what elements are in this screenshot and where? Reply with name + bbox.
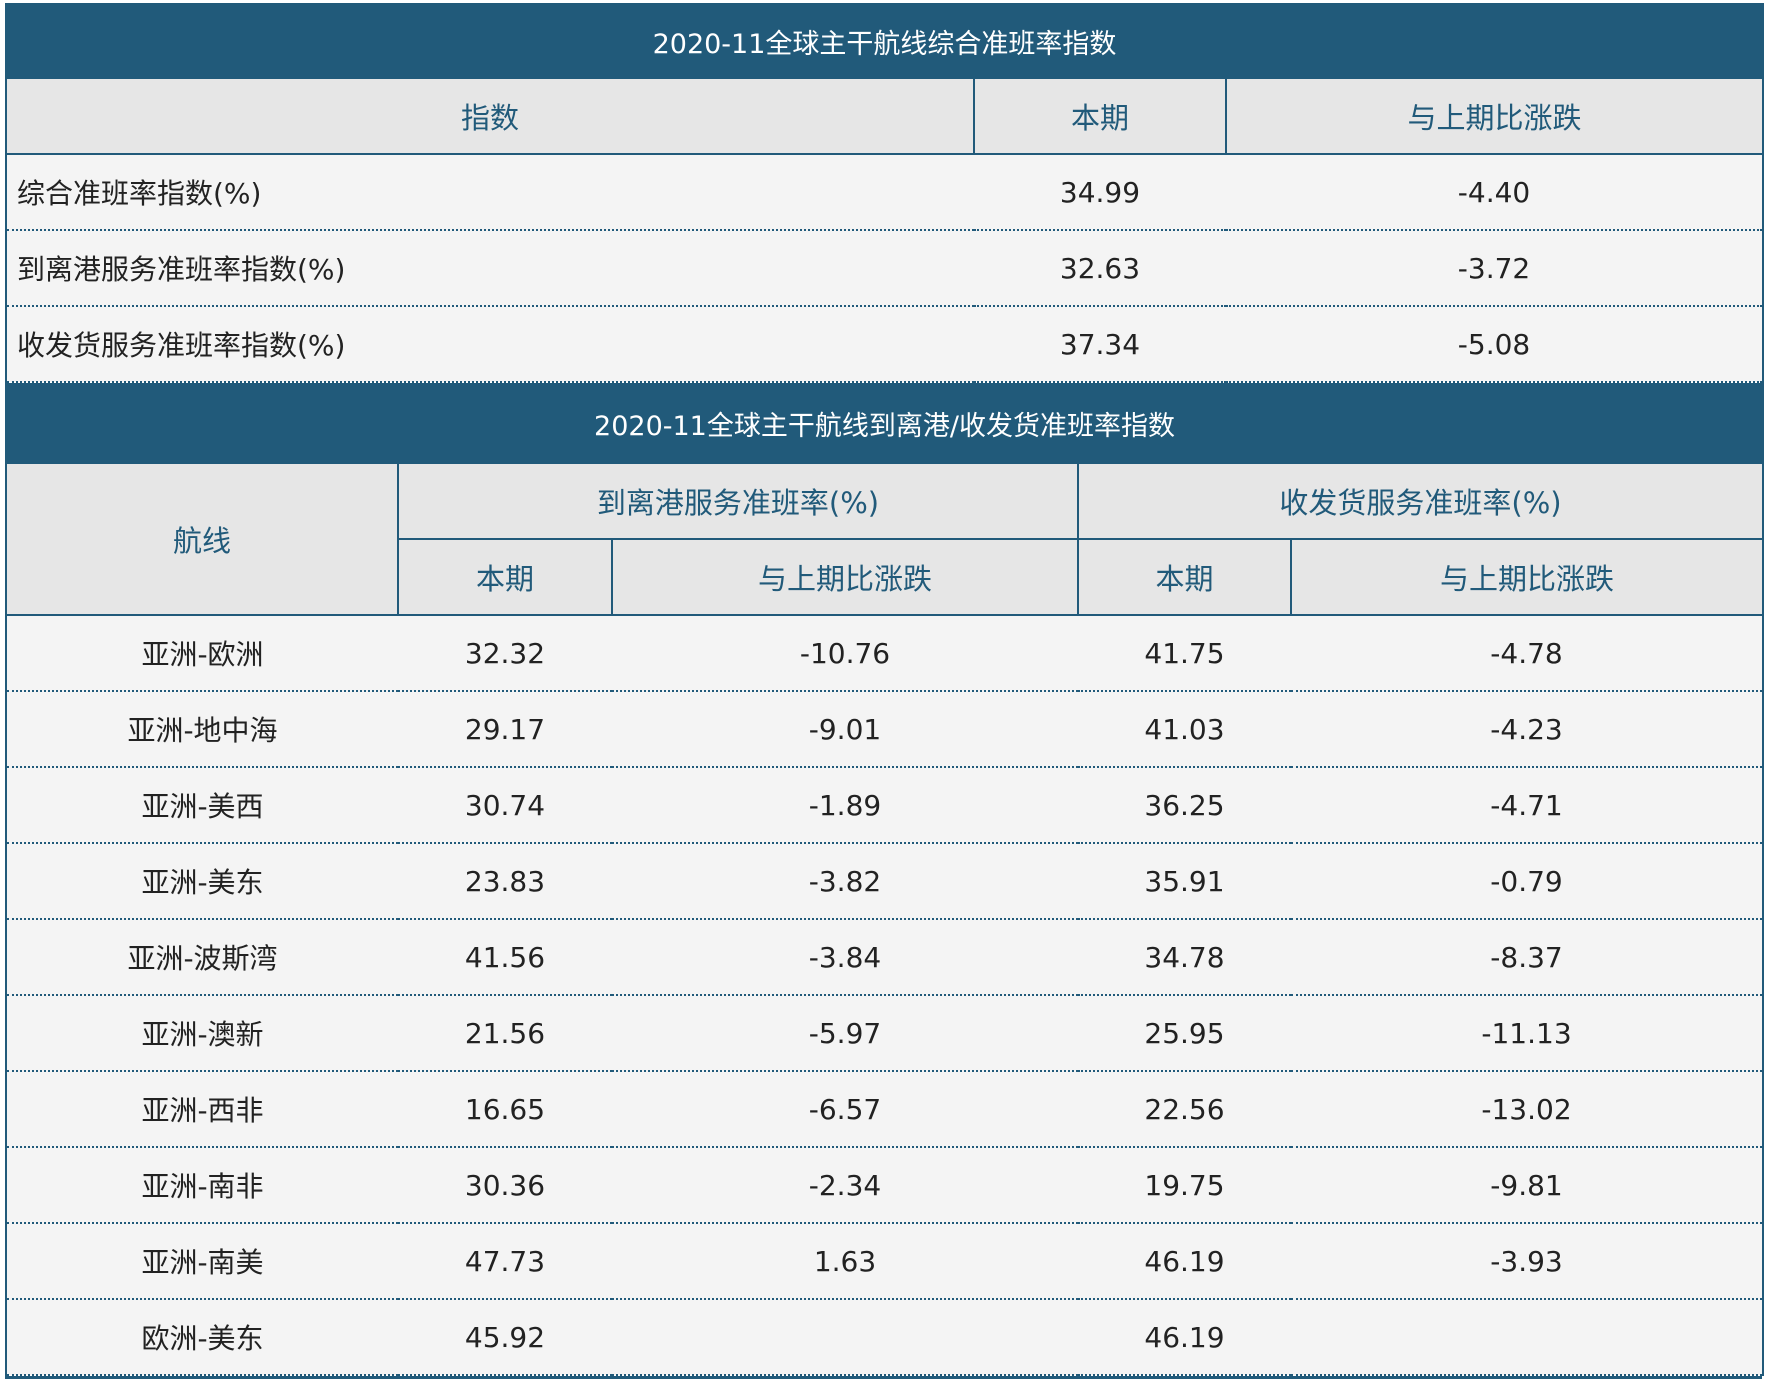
route-row: 亚洲-美东 23.83 -3.82 35.91 -0.79 bbox=[6, 843, 1764, 920]
cargo-change-value: -8.37 bbox=[1291, 919, 1764, 996]
route-row: 欧洲-美东 45.92 46.19 bbox=[6, 1299, 1764, 1376]
route-row: 亚洲-澳新 21.56 -5.97 25.95 -11.13 bbox=[6, 995, 1764, 1072]
summary-row-name: 收发货服务准班率指数(%) bbox=[6, 306, 974, 383]
cargo-current-value: 46.19 bbox=[1078, 1299, 1291, 1376]
cargo-current-value: 22.56 bbox=[1078, 1071, 1291, 1148]
port-change-value bbox=[612, 1299, 1078, 1376]
routes-title-row: 2020-11全球主干航线到离港/收发货准班率指数 bbox=[4, 383, 1765, 464]
summary-row-current: 32.63 bbox=[974, 230, 1226, 307]
cargo-current-value: 34.78 bbox=[1078, 919, 1291, 996]
port-current-value: 41.56 bbox=[398, 919, 612, 996]
column-header-route: 航线 bbox=[5, 462, 399, 616]
summary-row-current: 37.34 bbox=[974, 306, 1226, 383]
route-name: 亚洲-波斯湾 bbox=[6, 919, 398, 996]
group-header-cargo-service: 收发货服务准班率(%) bbox=[1076, 462, 1765, 540]
report-container: 2020-11全球主干航线综合准班率指数 指数 本期 与上期比涨跌 综合准班率指… bbox=[4, 3, 1765, 1379]
route-row: 亚洲-欧洲 32.32 -10.76 41.75 -4.78 bbox=[6, 615, 1764, 692]
route-row: 亚洲-南美 47.73 1.63 46.19 -3.93 bbox=[6, 1223, 1764, 1300]
cargo-change-value: -4.78 bbox=[1291, 615, 1764, 692]
route-name: 亚洲-西非 bbox=[6, 1071, 398, 1148]
cargo-current-value: 36.25 bbox=[1078, 767, 1291, 844]
summary-row-change: -4.40 bbox=[1226, 154, 1764, 231]
cargo-change-value: -11.13 bbox=[1291, 995, 1764, 1072]
route-name: 欧洲-美东 bbox=[6, 1299, 398, 1376]
summary-title: 2020-11全球主干航线综合准班率指数 bbox=[4, 3, 1765, 79]
route-name: 亚洲-美西 bbox=[6, 767, 398, 844]
routes-table: 2020-11全球主干航线到离港/收发货准班率指数 航线 到离港服务准班率(%)… bbox=[4, 383, 1765, 1376]
route-name: 亚洲-南非 bbox=[6, 1147, 398, 1224]
sub-header-port-change: 与上期比涨跌 bbox=[611, 538, 1079, 616]
cargo-change-value: -4.23 bbox=[1291, 691, 1764, 768]
port-change-value: 1.63 bbox=[612, 1223, 1078, 1300]
cargo-current-value: 19.75 bbox=[1078, 1147, 1291, 1224]
column-header-change: 与上期比涨跌 bbox=[1224, 77, 1765, 155]
summary-row: 收发货服务准班率指数(%) 37.34 -5.08 bbox=[6, 306, 1764, 383]
route-row: 亚洲-地中海 29.17 -9.01 41.03 -4.23 bbox=[6, 691, 1764, 768]
port-change-value: -6.57 bbox=[612, 1071, 1078, 1148]
port-change-value: -3.82 bbox=[612, 843, 1078, 920]
table-bottom-border bbox=[5, 1376, 1762, 1379]
port-current-value: 16.65 bbox=[398, 1071, 612, 1148]
summary-table: 2020-11全球主干航线综合准班率指数 指数 本期 与上期比涨跌 综合准班率指… bbox=[4, 3, 1765, 383]
route-name: 亚洲-欧洲 bbox=[6, 615, 398, 692]
route-row: 亚洲-西非 16.65 -6.57 22.56 -13.02 bbox=[6, 1071, 1764, 1148]
port-change-value: -1.89 bbox=[612, 767, 1078, 844]
cargo-current-value: 46.19 bbox=[1078, 1223, 1291, 1300]
port-change-value: -2.34 bbox=[612, 1147, 1078, 1224]
summary-row-change: -5.08 bbox=[1226, 306, 1764, 383]
column-header-current: 本期 bbox=[973, 77, 1227, 155]
port-change-value: -5.97 bbox=[612, 995, 1078, 1072]
route-name: 亚洲-南美 bbox=[6, 1223, 398, 1300]
port-current-value: 21.56 bbox=[398, 995, 612, 1072]
routes-group-header-row: 航线 到离港服务准班率(%) 收发货服务准班率(%) bbox=[5, 462, 1765, 616]
summary-row: 到离港服务准班率指数(%) 32.63 -3.72 bbox=[6, 230, 1764, 307]
port-current-value: 47.73 bbox=[398, 1223, 612, 1300]
route-name: 亚洲-地中海 bbox=[6, 691, 398, 768]
cargo-current-value: 41.75 bbox=[1078, 615, 1291, 692]
sub-header-cargo-change: 与上期比涨跌 bbox=[1289, 538, 1765, 616]
summary-row-name: 到离港服务准班率指数(%) bbox=[6, 230, 974, 307]
cargo-current-value: 35.91 bbox=[1078, 843, 1291, 920]
summary-row-change: -3.72 bbox=[1226, 230, 1764, 307]
port-change-value: -9.01 bbox=[612, 691, 1078, 768]
cargo-current-value: 25.95 bbox=[1078, 995, 1291, 1072]
route-row: 亚洲-波斯湾 41.56 -3.84 34.78 -8.37 bbox=[6, 919, 1764, 996]
route-name: 亚洲-美东 bbox=[6, 843, 398, 920]
sub-header-port-current: 本期 bbox=[397, 538, 613, 616]
port-current-value: 30.74 bbox=[398, 767, 612, 844]
port-current-value: 45.92 bbox=[398, 1299, 612, 1376]
port-change-value: -3.84 bbox=[612, 919, 1078, 996]
route-row: 亚洲-美西 30.74 -1.89 36.25 -4.71 bbox=[6, 767, 1764, 844]
sub-header-cargo-current: 本期 bbox=[1077, 538, 1292, 616]
cargo-change-value: -13.02 bbox=[1291, 1071, 1764, 1148]
route-name: 亚洲-澳新 bbox=[6, 995, 398, 1072]
cargo-change-value: -4.71 bbox=[1291, 767, 1764, 844]
summary-row-name: 综合准班率指数(%) bbox=[6, 154, 974, 231]
port-current-value: 32.32 bbox=[398, 615, 612, 692]
group-header-port-service: 到离港服务准班率(%) bbox=[397, 462, 1079, 540]
routes-title: 2020-11全球主干航线到离港/收发货准班率指数 bbox=[4, 383, 1765, 464]
port-current-value: 23.83 bbox=[398, 843, 612, 920]
summary-title-row: 2020-11全球主干航线综合准班率指数 bbox=[4, 3, 1765, 79]
cargo-current-value: 41.03 bbox=[1078, 691, 1291, 768]
summary-header-row: 指数 本期 与上期比涨跌 bbox=[5, 77, 1765, 155]
port-current-value: 30.36 bbox=[398, 1147, 612, 1224]
cargo-change-value: -9.81 bbox=[1291, 1147, 1764, 1224]
port-change-value: -10.76 bbox=[612, 615, 1078, 692]
summary-row: 综合准班率指数(%) 34.99 -4.40 bbox=[6, 154, 1764, 231]
cargo-change-value bbox=[1291, 1299, 1764, 1376]
summary-row-current: 34.99 bbox=[974, 154, 1226, 231]
routes-body: 亚洲-欧洲 32.32 -10.76 41.75 -4.78 亚洲-地中海 29.17 -9.… bbox=[6, 615, 1764, 1376]
port-current-value: 29.17 bbox=[398, 691, 612, 768]
column-header-index: 指数 bbox=[5, 77, 975, 155]
cargo-change-value: -3.93 bbox=[1291, 1223, 1764, 1300]
cargo-change-value: -0.79 bbox=[1291, 843, 1764, 920]
route-row: 亚洲-南非 30.36 -2.34 19.75 -9.81 bbox=[6, 1147, 1764, 1224]
